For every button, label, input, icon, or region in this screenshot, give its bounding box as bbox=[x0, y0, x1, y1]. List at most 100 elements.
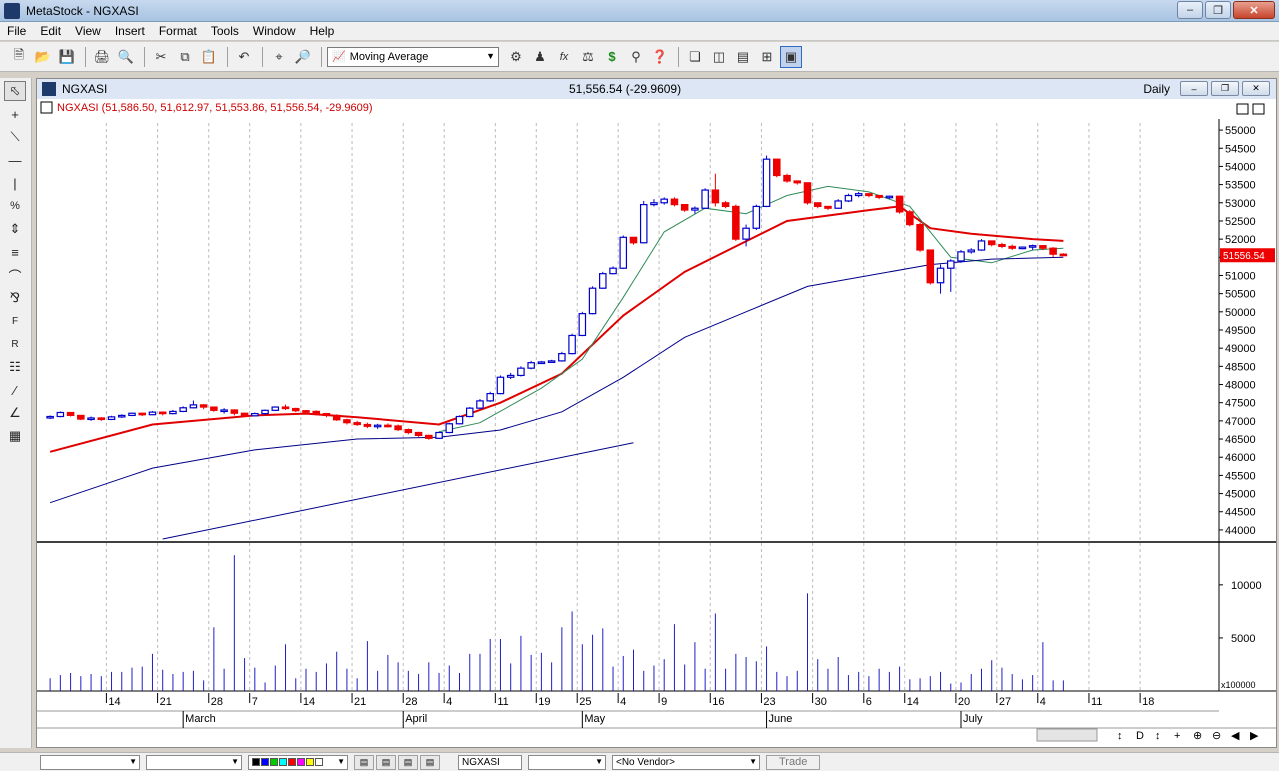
crosshair-button[interactable]: ⌖ bbox=[268, 46, 290, 68]
color-swatch[interactable] bbox=[261, 758, 269, 766]
price-axis-label: 47500 bbox=[1225, 398, 1256, 410]
menu-insert[interactable]: Insert bbox=[108, 24, 152, 38]
chart-style-button-2[interactable]: ▤ bbox=[376, 754, 396, 770]
price-chart[interactable]: NGXASI (51,586.50, 51,612.97, 51,553.86,… bbox=[37, 99, 1276, 745]
new-button[interactable]: 🗎 bbox=[8, 46, 30, 68]
trade-button[interactable]: $ bbox=[601, 46, 623, 68]
print-button[interactable]: 🖨 bbox=[91, 46, 113, 68]
chart-canvas[interactable]: NGXASI (51,586.50, 51,612.97, 51,553.86,… bbox=[37, 99, 1276, 745]
date-tick-label: 25 bbox=[579, 696, 591, 708]
cycle-lines-tool-button[interactable]: ☷ bbox=[4, 357, 26, 377]
tile-horizontal-button[interactable]: ▤ bbox=[732, 46, 754, 68]
maximize-button[interactable]: ❐ bbox=[1205, 1, 1231, 19]
trendline-tool-button[interactable]: ⟍ bbox=[4, 127, 26, 147]
candle-body bbox=[46, 415, 54, 419]
scroll-control-icon[interactable]: ↕ bbox=[1155, 730, 1161, 742]
vendor-select[interactable]: <No Vendor> ▼ bbox=[612, 754, 760, 770]
cut-button[interactable]: ✂ bbox=[150, 46, 172, 68]
arc-tool-button[interactable]: ⌒ bbox=[4, 265, 26, 285]
menu-window[interactable]: Window bbox=[246, 24, 303, 38]
paste-button[interactable]: 📋 bbox=[198, 46, 220, 68]
symbol-field[interactable]: NGXASI bbox=[458, 754, 522, 770]
formula-button[interactable]: fx bbox=[553, 46, 575, 68]
fibonacci-tool-button[interactable]: F bbox=[4, 311, 26, 331]
chart-restore-button[interactable]: ❐ bbox=[1211, 81, 1239, 96]
crosshair-tool-button[interactable]: + bbox=[4, 104, 26, 124]
menu-tools[interactable]: Tools bbox=[204, 24, 246, 38]
color-swatch[interactable] bbox=[270, 758, 278, 766]
grid-tool-button[interactable]: ▦ bbox=[4, 426, 26, 446]
color-swatch[interactable] bbox=[288, 758, 296, 766]
chart-minimize-button[interactable]: – bbox=[1180, 81, 1208, 96]
pointer-tool-button[interactable]: ⬁ bbox=[4, 81, 26, 101]
color-swatch[interactable] bbox=[306, 758, 314, 766]
menu-help[interactable]: Help bbox=[303, 24, 342, 38]
percent-tool-button[interactable]: % bbox=[4, 196, 26, 216]
minimize-button[interactable]: – bbox=[1177, 1, 1203, 19]
copy-button[interactable]: ⧉ bbox=[174, 46, 196, 68]
scroll-control-icon[interactable]: D bbox=[1136, 730, 1144, 742]
chart-style-button-1[interactable]: ▤ bbox=[354, 754, 374, 770]
candle-body bbox=[1018, 246, 1027, 250]
line-tool-button[interactable]: ∕ bbox=[4, 380, 26, 400]
date-tick-label: 14 bbox=[907, 696, 919, 708]
open-button[interactable]: 📂 bbox=[32, 46, 54, 68]
scroll-control-icon[interactable]: ⊕ bbox=[1193, 730, 1202, 742]
layout-icon: ▣ bbox=[784, 48, 798, 64]
gann-fan-tool-button[interactable]: ∠ bbox=[4, 403, 26, 423]
trade-button-disabled[interactable]: Trade bbox=[766, 754, 821, 770]
scroll-control-icon[interactable]: ▶ bbox=[1250, 730, 1259, 742]
candle-body bbox=[425, 434, 433, 439]
line-weight-select[interactable]: ▼ bbox=[146, 754, 242, 770]
cascade-button[interactable]: ❏ bbox=[684, 46, 706, 68]
color-palette[interactable]: ▼ bbox=[248, 754, 348, 770]
candle-body bbox=[1059, 253, 1068, 257]
channel-tool-button[interactable]: ⇕ bbox=[4, 219, 26, 239]
chart-style-button-3[interactable]: ▤ bbox=[398, 754, 418, 770]
zoom-button[interactable]: 🔎 bbox=[292, 46, 314, 68]
menu-file[interactable]: File bbox=[0, 24, 33, 38]
chart-style-icon: ▤ bbox=[359, 756, 369, 767]
scroll-control-icon[interactable]: ↕ bbox=[1117, 730, 1123, 742]
color-swatch[interactable] bbox=[252, 758, 260, 766]
price-axis-label: 44500 bbox=[1225, 507, 1256, 519]
print-preview-button[interactable]: 🔍 bbox=[115, 46, 137, 68]
exchange-select[interactable]: ▼ bbox=[528, 754, 606, 770]
retracement-tool-button[interactable]: R bbox=[4, 334, 26, 354]
regression-tool-button[interactable]: ≡ bbox=[4, 242, 26, 262]
expert-advisor-button[interactable]: ⚙ bbox=[505, 46, 527, 68]
chart-close-button[interactable]: ✕ bbox=[1242, 81, 1270, 96]
vertical-line-tool-button[interactable]: | bbox=[4, 173, 26, 193]
color-swatch[interactable] bbox=[315, 758, 323, 766]
line-style-select[interactable]: ▼ bbox=[40, 754, 140, 770]
indicator-icon: 📈 bbox=[332, 51, 346, 63]
explorer-button[interactable]: ♟ bbox=[529, 46, 551, 68]
tile-grid-button[interactable]: ⊞ bbox=[756, 46, 778, 68]
layout-button[interactable]: ▣ bbox=[780, 45, 802, 68]
binoculars-button[interactable]: ⚲ bbox=[625, 46, 647, 68]
chart-style-button-4[interactable]: ▤ bbox=[420, 754, 440, 770]
price-axis-label: 49500 bbox=[1225, 325, 1256, 337]
fan-tool-button[interactable]: ⅋ bbox=[4, 288, 26, 308]
close-button[interactable]: ✕ bbox=[1233, 1, 1275, 19]
volume-axis-label: 10000 bbox=[1231, 580, 1262, 592]
help-button[interactable]: ❓ bbox=[649, 46, 671, 68]
indicator-select[interactable]: 📈 Moving Average ▼ bbox=[327, 46, 499, 67]
menu-edit[interactable]: Edit bbox=[33, 24, 68, 38]
candle-body bbox=[650, 202, 658, 206]
scroll-control-icon[interactable]: ◀ bbox=[1231, 730, 1240, 742]
tile-vertical-button[interactable]: ◫ bbox=[708, 46, 730, 68]
undo-button[interactable]: ↶ bbox=[233, 46, 255, 68]
date-tick-label: 9 bbox=[661, 696, 667, 708]
scroll-control-icon[interactable]: ⊖ bbox=[1212, 730, 1221, 742]
save-button[interactable]: 💾 bbox=[56, 46, 78, 68]
horizontal-line-tool-button[interactable]: — bbox=[4, 150, 26, 170]
color-swatch[interactable] bbox=[297, 758, 305, 766]
menu-format[interactable]: Format bbox=[152, 24, 204, 38]
candle-body bbox=[639, 203, 648, 244]
menu-view[interactable]: View bbox=[68, 24, 108, 38]
system-tester-button[interactable]: ⚖ bbox=[577, 46, 599, 68]
volume-axis-label: 5000 bbox=[1231, 633, 1255, 645]
scroll-control-icon[interactable]: + bbox=[1174, 730, 1180, 742]
color-swatch[interactable] bbox=[279, 758, 287, 766]
